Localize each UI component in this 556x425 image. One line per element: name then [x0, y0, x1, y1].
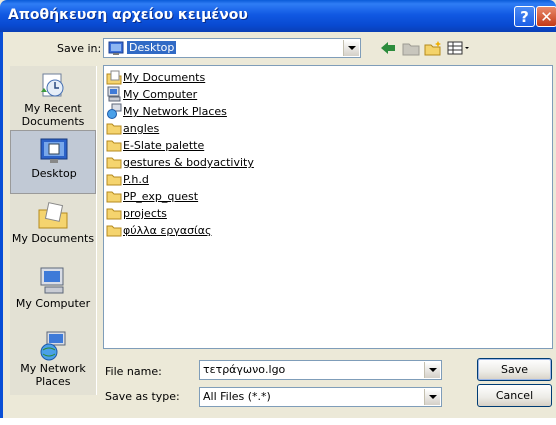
file-name-label: File name: — [105, 365, 162, 378]
folder-icon — [106, 123, 122, 135]
chevron-down-icon[interactable] — [424, 389, 440, 405]
save-as-type-value: All Files (*.*) — [203, 390, 271, 403]
save-in-label: Save in: — [57, 42, 102, 55]
list-item-name: E-Slate palette — [123, 139, 205, 152]
window-bottom-edge — [0, 418, 556, 425]
desktop-icon — [40, 138, 68, 163]
folder-icon — [106, 157, 122, 169]
place-label: My Documents — [11, 232, 95, 245]
window-frame-left — [0, 32, 3, 425]
place-desktop[interactable]: Desktop — [10, 130, 96, 194]
list-item-name: PP_exp_quest — [123, 190, 199, 203]
network-places-icon — [107, 103, 122, 119]
list-item-name: P.h.d — [123, 173, 149, 186]
title-bar: Αποθήκευση αρχείου κειμένου ? ✕ — [0, 0, 556, 32]
folder-icon — [106, 225, 122, 237]
close-button[interactable]: ✕ — [536, 6, 556, 27]
list-item-name: gestures & bodyactivity — [123, 156, 254, 169]
file-list[interactable]: My Documents My Computer My Network Plac… — [103, 65, 553, 349]
list-item-name: projects — [123, 207, 167, 220]
place-label: My Computer — [15, 297, 91, 310]
desktop-icon — [108, 41, 124, 55]
new-folder-icon[interactable] — [424, 40, 442, 56]
place-label: My Network Places — [20, 362, 86, 388]
up-folder-icon[interactable] — [402, 40, 420, 56]
folder-icon — [106, 191, 122, 203]
help-button[interactable]: ? — [514, 6, 535, 27]
place-label: My Recent Documents — [21, 102, 85, 128]
network-places-icon — [40, 331, 66, 361]
back-arrow-icon[interactable] — [379, 40, 397, 56]
file-name-field[interactable]: τετράγωνο.lgo — [199, 360, 442, 380]
my-documents-icon — [38, 202, 68, 229]
chevron-down-icon[interactable] — [343, 40, 359, 56]
place-label: Desktop — [31, 167, 77, 180]
list-item-name: My Documents — [123, 71, 206, 84]
folder-icon — [106, 174, 122, 186]
view-menu-icon[interactable] — [447, 40, 471, 56]
window-title: Αποθήκευση αρχείου κειμένου — [8, 7, 248, 23]
file-name-value: τετράγωνο.lgo — [203, 363, 286, 376]
place-network-places[interactable]: My Network Places — [10, 326, 96, 394]
save-as-type-dropdown[interactable]: All Files (*.*) — [199, 387, 442, 407]
list-item-name: φύλλα εργασίας — [123, 224, 212, 237]
cancel-button[interactable]: Cancel — [477, 384, 552, 407]
folder-icon — [106, 208, 122, 220]
list-item-name: angles — [123, 122, 160, 135]
save-in-dropdown[interactable]: Desktop — [103, 38, 361, 58]
places-bar: My Recent Documents Desktop My Documents… — [10, 66, 97, 395]
chevron-down-icon[interactable] — [424, 362, 440, 378]
folder-icon — [106, 140, 122, 152]
my-computer-icon — [40, 267, 64, 294]
my-documents-icon — [106, 70, 122, 85]
place-my-computer[interactable]: My Computer — [10, 261, 96, 323]
save-button[interactable]: Save — [477, 358, 552, 381]
recent-documents-icon — [41, 73, 64, 97]
list-item-name: My Network Places — [123, 105, 227, 118]
save-in-value: Desktop — [127, 41, 177, 54]
save-as-type-label: Save as type: — [105, 390, 180, 403]
my-computer-icon — [107, 86, 121, 102]
place-my-documents[interactable]: My Documents — [10, 196, 96, 258]
list-item-name: My Computer — [123, 88, 198, 101]
place-recent-documents[interactable]: My Recent Documents — [10, 66, 96, 128]
